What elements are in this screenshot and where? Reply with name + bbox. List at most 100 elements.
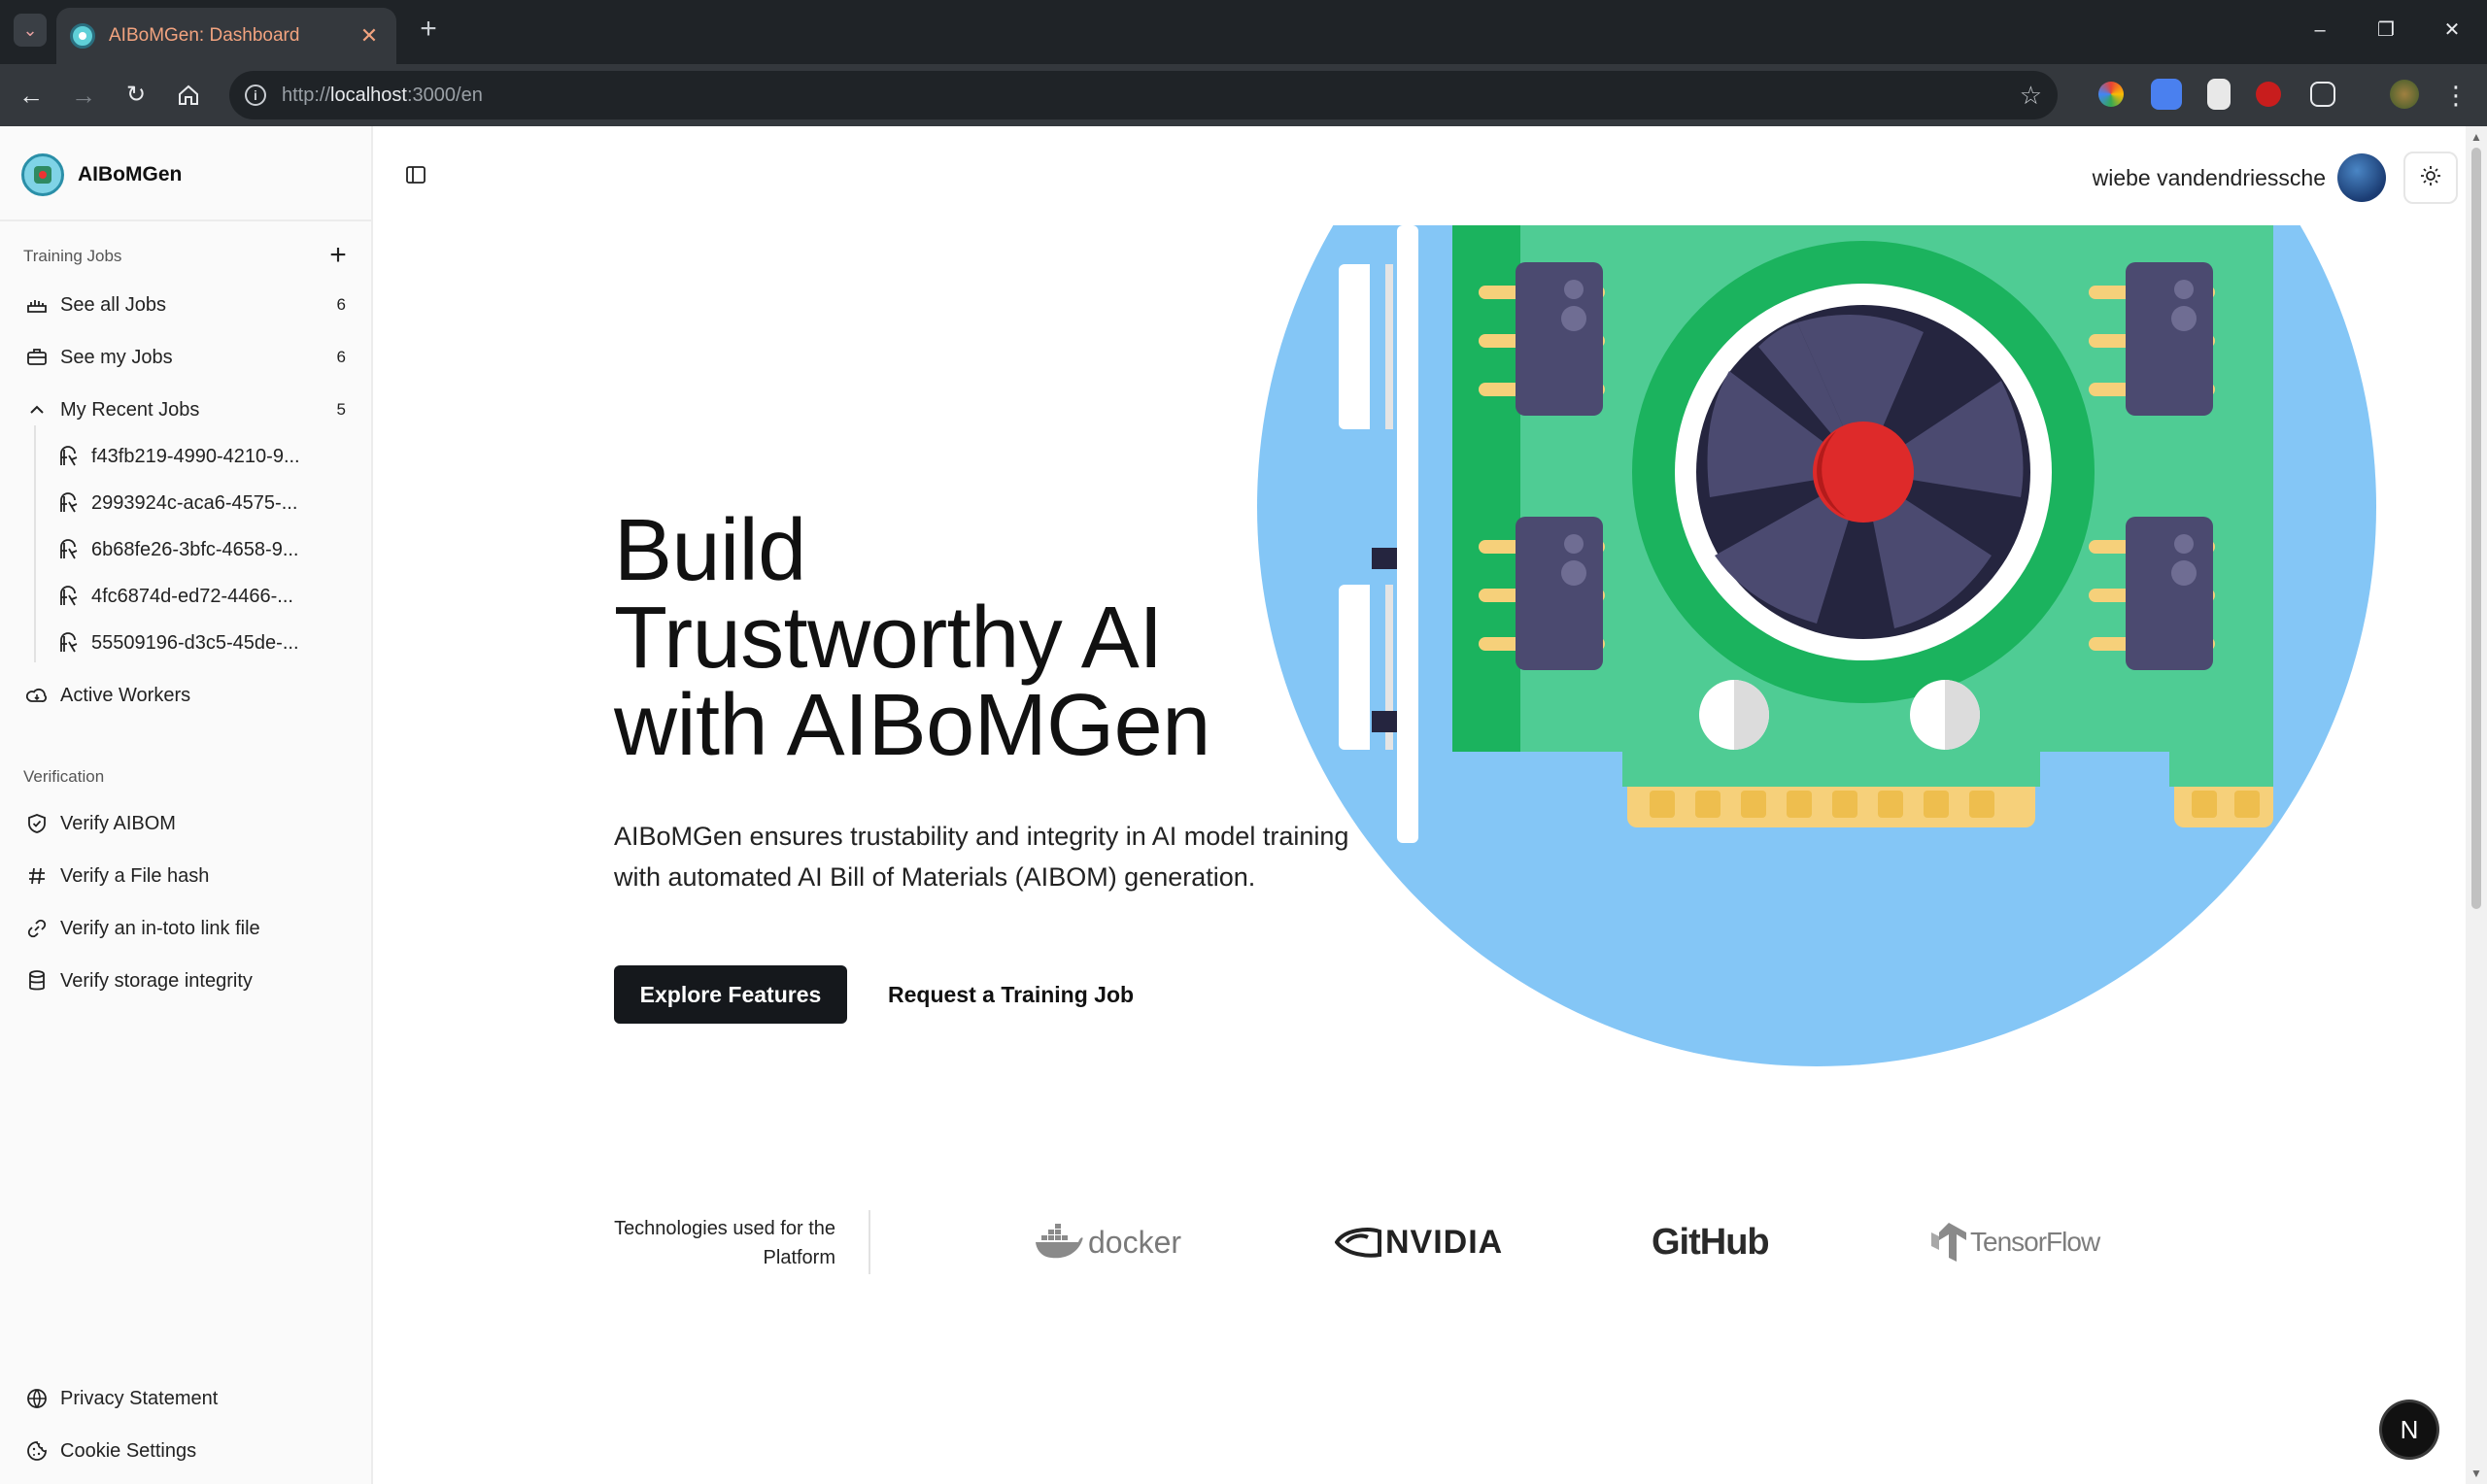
explore-features-button[interactable]: Explore Features [614, 965, 847, 1024]
recent-job-label: f43fb219-4990-4210-9... [91, 445, 300, 467]
technologies-label: Technologies used for the Platform [614, 1218, 835, 1268]
recent-job-item[interactable]: 6b68fe26-3bfc-4658-9... [54, 528, 346, 571]
nvidia-wordmark: NVIDIA [1385, 1223, 1504, 1261]
hero-subtitle: AIBoMGen ensures trustability and integr… [614, 822, 1349, 892]
sidebar-item-label: Verify a File hash [60, 864, 210, 887]
sidebar-item-verify-storage[interactable]: Verify storage integrity [19, 960, 350, 1002]
sun-icon [2420, 165, 2441, 191]
hash-icon [23, 862, 51, 890]
hero-title: Build Trustworthy AI with AIBoMGen [614, 507, 1391, 769]
adblock-extension-icon[interactable] [2256, 82, 2281, 107]
sidebar-item-verify-file-hash[interactable]: Verify a File hash [19, 855, 350, 897]
docker-logo: docker [1034, 1218, 1181, 1266]
sidebar-item-label: Active Workers [60, 684, 191, 706]
recent-jobs-guide-line [34, 425, 36, 662]
brand-name: AIBoMGen [78, 163, 183, 186]
recent-job-item[interactable]: 2993924c-aca6-4575-... [54, 482, 346, 524]
window-close-icon[interactable]: ✕ [2433, 14, 2471, 47]
browser-tabstrip: ⌄ AIBoMGen: Dashboard ✕ + – ❐ ✕ [0, 0, 2487, 64]
sidebar-item-label: Privacy Statement [60, 1387, 219, 1409]
translate-extension-icon[interactable] [2151, 79, 2182, 110]
tab-title: AIBoMGen: Dashboard [109, 25, 300, 46]
recent-job-item[interactable]: 55509196-d3c5-45de-... [54, 622, 346, 664]
jobs-icon [23, 291, 51, 319]
globe-icon [23, 1385, 51, 1412]
github-wordmark: GitHub [1652, 1221, 1770, 1263]
sidebar-item-verify-link-file[interactable]: Verify an in-toto link file [19, 907, 350, 950]
sidebar-item-see-my-jobs[interactable]: See my Jobs 6 [19, 336, 350, 379]
scroll-down-icon[interactable]: ▼ [2470, 1467, 2483, 1480]
recent-job-label: 2993924c-aca6-4575-... [91, 491, 298, 514]
minimize-icon[interactable]: – [2300, 14, 2339, 47]
link-icon [23, 915, 51, 942]
brand[interactable]: AIBoMGen [21, 153, 182, 196]
verification-group-label: Verification [23, 767, 105, 786]
avatar[interactable] [2337, 153, 2386, 202]
sidebar-item-my-recent-jobs[interactable]: My Recent Jobs 5 [19, 388, 350, 431]
sidebar-item-privacy-statement[interactable]: Privacy Statement [19, 1377, 350, 1420]
restore-icon[interactable]: ❐ [2367, 14, 2405, 47]
tensorflow-icon [1931, 1223, 1966, 1262]
cookie-icon [23, 1437, 51, 1465]
profile-avatar-icon[interactable] [2390, 80, 2419, 109]
tensorflow-wordmark: TensorFlow [1970, 1227, 2100, 1257]
sidebar-item-label: My Recent Jobs [60, 398, 200, 421]
nextjs-dev-badge[interactable]: N [2382, 1402, 2436, 1457]
bookmark-star-icon[interactable]: ☆ [2020, 81, 2042, 111]
shield-check-icon [23, 810, 51, 837]
back-arrow-icon[interactable]: ← [14, 78, 49, 113]
technologies-divider [869, 1210, 870, 1274]
browser-menu-icon[interactable]: ⋮ [2438, 78, 2473, 113]
theme-toggle-button[interactable] [2403, 152, 2458, 204]
chevron-up-icon [23, 396, 51, 423]
recent-job-label: 6b68fe26-3bfc-4658-9... [91, 538, 299, 560]
gpu-illustration [1257, 225, 2376, 1066]
add-training-job-icon[interactable]: + [324, 241, 352, 270]
color-extension-icon[interactable] [2098, 82, 2124, 107]
job-count-badge: 5 [336, 400, 346, 419]
nvidia-logo: NVIDIA [1335, 1218, 1503, 1266]
sidebar-item-label: See my Jobs [60, 346, 173, 368]
user-name[interactable]: wiebe vandendriessche [2093, 165, 2326, 191]
home-icon[interactable] [171, 78, 206, 113]
recent-job-item[interactable]: f43fb219-4990-4210-9... [54, 435, 346, 478]
hero-title-line: Build [614, 502, 806, 599]
document-extension-icon[interactable] [2207, 79, 2231, 110]
site-info-icon[interactable]: i [245, 84, 266, 106]
sidebar-item-verify-aibom[interactable]: Verify AIBOM [19, 802, 350, 845]
browser-tab[interactable]: AIBoMGen: Dashboard ✕ [56, 8, 396, 64]
sidebar: AIBoMGen Training Jobs + See all Jobs 6 … [0, 126, 373, 1484]
reload-icon[interactable]: ↻ [119, 78, 153, 113]
database-icon [23, 967, 51, 995]
address-bar[interactable]: i http://localhost:3000/en ☆ [229, 71, 2058, 119]
extensions-puzzle-icon[interactable] [2310, 82, 2335, 107]
tab-favicon-icon [70, 23, 95, 49]
brand-logo-icon [21, 153, 64, 196]
forward-arrow-icon[interactable]: → [66, 78, 101, 113]
main-header: wiebe vandendriessche [375, 126, 2466, 227]
cloud-icon [23, 682, 51, 709]
page-scrollbar[interactable]: ▲ ▼ [2466, 126, 2487, 1484]
github-logo: GitHub [1652, 1218, 1770, 1266]
docker-wordmark: docker [1088, 1224, 1182, 1260]
scroll-up-icon[interactable]: ▲ [2470, 130, 2483, 144]
recent-job-item[interactable]: 4fc6874d-ed72-4466-... [54, 575, 346, 618]
tab-close-icon[interactable]: ✕ [356, 23, 383, 49]
request-training-job-button[interactable]: Request a Training Job [867, 965, 1148, 1024]
job-count-badge: 6 [336, 295, 346, 314]
url-text: http://localhost:3000/en [282, 84, 483, 106]
sidebar-item-active-workers[interactable]: Active Workers [19, 674, 350, 717]
worker-icon [54, 536, 82, 563]
sidebar-item-label: Verify storage integrity [60, 969, 253, 992]
gpu-fan [1632, 241, 2095, 703]
sidebar-item-label: Cookie Settings [60, 1439, 197, 1462]
briefcase-icon [23, 344, 51, 371]
sidebar-toggle-icon[interactable] [404, 163, 431, 190]
scroll-thumb[interactable] [2471, 148, 2481, 909]
sidebar-item-cookie-settings[interactable]: Cookie Settings [19, 1430, 350, 1472]
browser-toolbar: ← → ↻ i http://localhost:3000/en ☆ ⋮ [0, 64, 2487, 126]
new-tab-button[interactable]: + [412, 14, 445, 47]
tab-search-button[interactable]: ⌄ [14, 14, 47, 47]
sidebar-item-see-all-jobs[interactable]: See all Jobs 6 [19, 284, 350, 326]
worker-icon [54, 583, 82, 610]
